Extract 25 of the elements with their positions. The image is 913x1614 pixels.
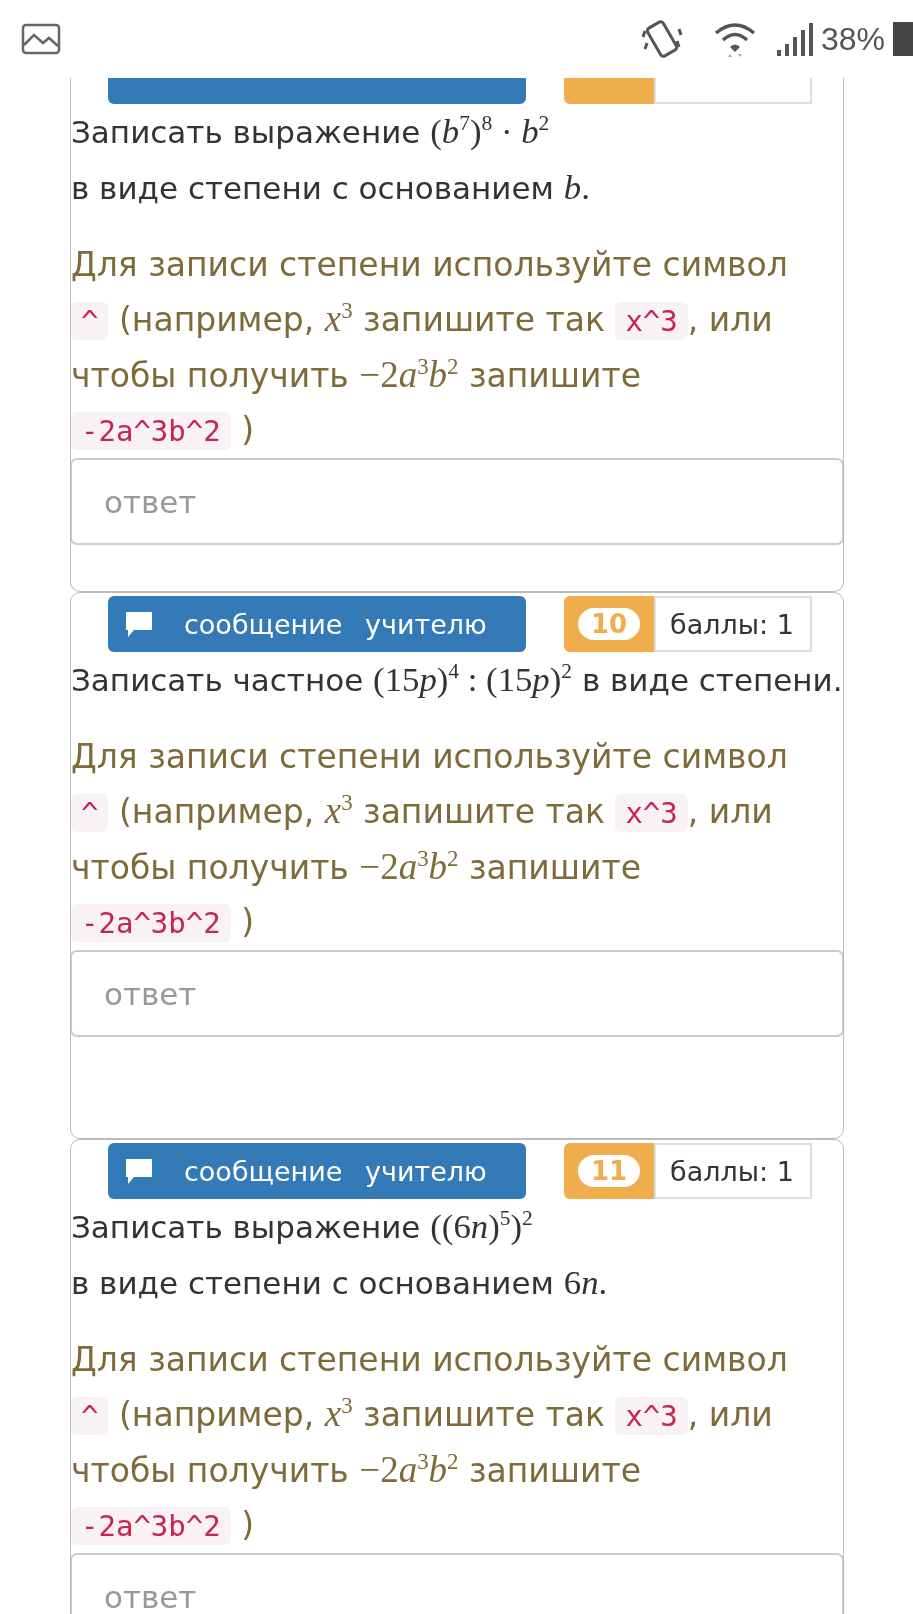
message-button[interactable]: сообщение учителю bbox=[108, 1143, 526, 1199]
answer-field[interactable]: ответ bbox=[71, 458, 843, 545]
battery-icon bbox=[893, 22, 913, 56]
points-label: баллы: 1 bbox=[654, 1143, 812, 1199]
question-text: в виде степени с основанием 6n. bbox=[71, 1262, 609, 1304]
points-label: баллы: 1 bbox=[654, 596, 812, 652]
task-number: 10 bbox=[577, 608, 641, 640]
speech-bubble-icon bbox=[124, 610, 154, 638]
task-number: 11 bbox=[577, 1155, 641, 1187]
hint-text: Для записи степени используйте символ ^ (например, x$^{3}$ запишите так x^3 , или чтобы получить −2a$^{3}$b$^{2}$ запишите -2a^3b^2 ) bbox=[71, 244, 789, 452]
question-text: Записать частное (15p)$^{4}$ : (15p)$^{2}$ в виде степени. bbox=[71, 658, 843, 701]
hint-text: Для записи степени используйте символ ^ (например, x$^{3}$ запишите так x^3 , или чтобы получить −2a$^{3}$b$^{2}$ запишите -2a^3b^2 ) bbox=[71, 736, 789, 944]
message-button[interactable]: сообщение учителю bbox=[108, 596, 526, 652]
image-icon bbox=[21, 23, 61, 55]
answer-field[interactable]: ответ bbox=[71, 1553, 843, 1614]
signal-icon bbox=[776, 22, 813, 56]
speech-bubble-icon bbox=[124, 1157, 154, 1185]
message-button[interactable] bbox=[108, 78, 526, 104]
vibrate-icon bbox=[640, 17, 683, 61]
answer-field[interactable]: ответ bbox=[71, 950, 843, 1037]
question-text: Записать выражение ((6n)$^{5}$)$^{2}$ bbox=[71, 1205, 534, 1248]
hint-text: Для записи степени используйте символ ^ (например, x$^{3}$ запишите так x^3 , или чтобы получить −2a$^{3}$b$^{2}$ запишите -2a^3b^2 ) bbox=[71, 1339, 789, 1547]
question-text: Записать выражение (b$^{7}$)$^{8}$ · b$^{2}$ bbox=[71, 110, 551, 153]
question-text: в виде степени с основанием b. bbox=[71, 167, 591, 209]
battery-percentage: 38% bbox=[820, 20, 885, 58]
